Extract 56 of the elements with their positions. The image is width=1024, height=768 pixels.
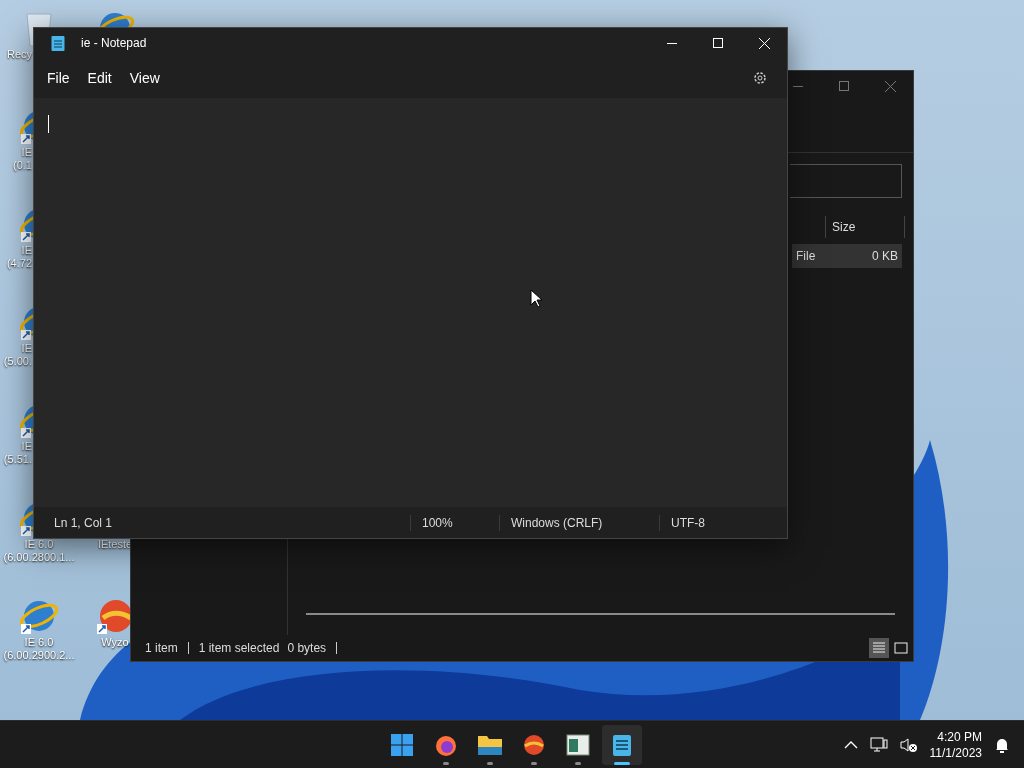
clock-date[interactable]: 11/1/2023 bbox=[929, 744, 982, 761]
rectangle-icon bbox=[894, 642, 908, 654]
settings-icon[interactable] bbox=[752, 70, 768, 86]
network-icon[interactable] bbox=[869, 736, 888, 753]
list-lines-icon bbox=[872, 642, 886, 654]
desktop-icon-label: Recy bbox=[6, 48, 32, 61]
bell-icon[interactable] bbox=[994, 736, 1010, 753]
menu-item[interactable]: File bbox=[38, 63, 79, 93]
horizontal-scrollbar[interactable] bbox=[306, 613, 895, 615]
desktop-icon-label: IE bbox=[21, 244, 32, 257]
search-field[interactable] bbox=[790, 164, 902, 198]
text-cursor bbox=[48, 115, 49, 133]
desktop-icon-label: (6.00.2800.1... bbox=[3, 551, 75, 564]
notepad-icon bbox=[51, 35, 65, 51]
desktop-icon-label: (6.00.2900.2... bbox=[3, 649, 75, 662]
desktop-icon-label: IE 6.0 bbox=[24, 636, 54, 649]
file-row[interactable]: File 0 KB bbox=[792, 244, 902, 268]
desktop-icon-label: IEteste bbox=[97, 538, 133, 551]
chevron-up-icon[interactable] bbox=[843, 740, 858, 749]
mouse-pointer-icon bbox=[530, 289, 542, 308]
status-text: Windows (CRLF) bbox=[510, 514, 604, 532]
desktop-icon-label: IE bbox=[21, 440, 32, 453]
status-text: UTF-8 bbox=[670, 514, 705, 532]
table-cell-text: 0 KB bbox=[872, 248, 898, 265]
status-text: 1 item bbox=[145, 640, 178, 657]
column-header[interactable]: Size bbox=[826, 218, 904, 236]
desktop-icon-label: (4.72 bbox=[6, 257, 32, 270]
running-indicator bbox=[487, 762, 493, 765]
notepad-icon[interactable] bbox=[612, 733, 632, 757]
window-icon[interactable] bbox=[566, 734, 590, 756]
ball-icon[interactable] bbox=[522, 733, 546, 757]
running-indicator bbox=[614, 762, 630, 765]
folder-icon[interactable] bbox=[477, 733, 503, 757]
desktop-icon-label: Wyzo bbox=[101, 636, 129, 649]
running-indicator bbox=[443, 762, 449, 765]
status-text: Ln 1, Col 1 bbox=[53, 514, 114, 532]
table-cell-text: File bbox=[796, 248, 816, 265]
desktop-icon-label: IE bbox=[21, 342, 32, 355]
status-text: 100% bbox=[421, 514, 454, 532]
windows-logo-icon[interactable] bbox=[390, 733, 414, 757]
window-title: ie - Notepad bbox=[81, 35, 147, 52]
volume-icon[interactable] bbox=[899, 736, 918, 753]
desktop-icon-label: IE bbox=[21, 146, 32, 159]
running-indicator bbox=[531, 762, 537, 765]
desktop-icon-label: (5.51. bbox=[3, 453, 32, 466]
clock-time[interactable]: 4:20 PM bbox=[937, 728, 982, 745]
status-text: 1 item selected bbox=[198, 640, 280, 657]
desktop-icon-label: (0.1 bbox=[13, 159, 32, 172]
desktop-icon-label: IE 6.0 bbox=[24, 538, 54, 551]
desktop-icon-label: (5.00. bbox=[3, 355, 32, 368]
menu-item[interactable]: Edit bbox=[78, 63, 121, 93]
menu-item[interactable]: View bbox=[120, 63, 169, 93]
details-view-button[interactable] bbox=[869, 638, 889, 658]
taskbar-app[interactable] bbox=[602, 725, 642, 765]
running-indicator bbox=[575, 762, 581, 765]
status-text: 0 bytes bbox=[287, 640, 327, 657]
